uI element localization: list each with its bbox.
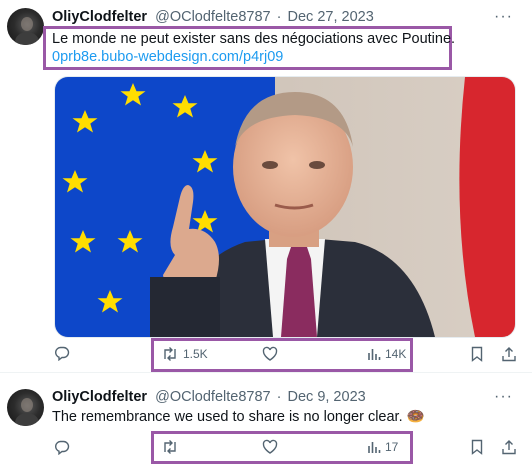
reply-button[interactable]: [54, 439, 70, 455]
views-icon: [368, 442, 381, 453]
bookmark-icon: [471, 439, 483, 455]
tweet-text: Le monde ne peut exister sans des négoci…: [52, 31, 456, 47]
like-icon: [262, 346, 278, 361]
avatar[interactable]: [7, 389, 44, 426]
bookmark-button[interactable]: [470, 439, 484, 455]
reply-icon: [55, 440, 70, 455]
share-icon: [502, 347, 516, 362]
tweet-link[interactable]: 0prb8e.bubo-webdesign.com/p4rj09: [52, 47, 283, 67]
separator: ·: [276, 9, 282, 25]
views-button[interactable]: 17: [367, 439, 398, 455]
views-count: 17: [385, 440, 399, 454]
more-icon[interactable]: ···: [494, 9, 513, 25]
image-illustration: [55, 77, 515, 337]
tweet-date[interactable]: Dec 9, 2023: [288, 389, 366, 405]
avatar[interactable]: [7, 8, 44, 45]
retweet-count: 1.5K: [183, 347, 208, 361]
share-icon: [502, 440, 516, 455]
bookmark-button[interactable]: [470, 346, 484, 362]
views-count: 14K: [385, 347, 407, 361]
separator: ·: [276, 389, 282, 405]
author-name[interactable]: OliyClodfelter: [52, 9, 147, 25]
reply-button[interactable]: [54, 345, 70, 361]
tweet-header: OliyClodfelter @OClodfelte8787 · Dec 27,…: [52, 7, 374, 27]
tweet[interactable]: OliyClodfelter @OClodfelte8787 · Dec 9, …: [0, 373, 532, 466]
like-icon: [262, 439, 278, 454]
tweet-text: The remembrance we used to share is no l…: [52, 409, 425, 425]
retweet-button[interactable]: 1.5K: [161, 346, 208, 362]
like-button[interactable]: [262, 346, 278, 362]
more-icon[interactable]: ···: [494, 389, 513, 405]
views-icon: [368, 349, 381, 360]
views-button[interactable]: 14K: [367, 346, 406, 362]
author-handle[interactable]: @OClodfelte8787: [155, 389, 270, 405]
like-button[interactable]: [262, 439, 278, 455]
tweet-image[interactable]: [54, 76, 516, 338]
reply-icon: [55, 346, 70, 361]
tweet-header: OliyClodfelter @OClodfelte8787 · Dec 9, …: [52, 387, 366, 407]
author-name[interactable]: OliyClodfelter: [52, 389, 147, 405]
share-button[interactable]: [501, 439, 517, 455]
retweet-icon: [164, 440, 176, 454]
retweet-button[interactable]: [161, 439, 179, 455]
retweet-icon: [164, 347, 176, 361]
tweet-date[interactable]: Dec 27, 2023: [288, 9, 374, 25]
tweet[interactable]: OliyClodfelter @OClodfelte8787 · Dec 27,…: [0, 0, 532, 372]
author-handle[interactable]: @OClodfelte8787: [155, 9, 270, 25]
bookmark-icon: [471, 346, 483, 362]
share-button[interactable]: [501, 346, 517, 362]
